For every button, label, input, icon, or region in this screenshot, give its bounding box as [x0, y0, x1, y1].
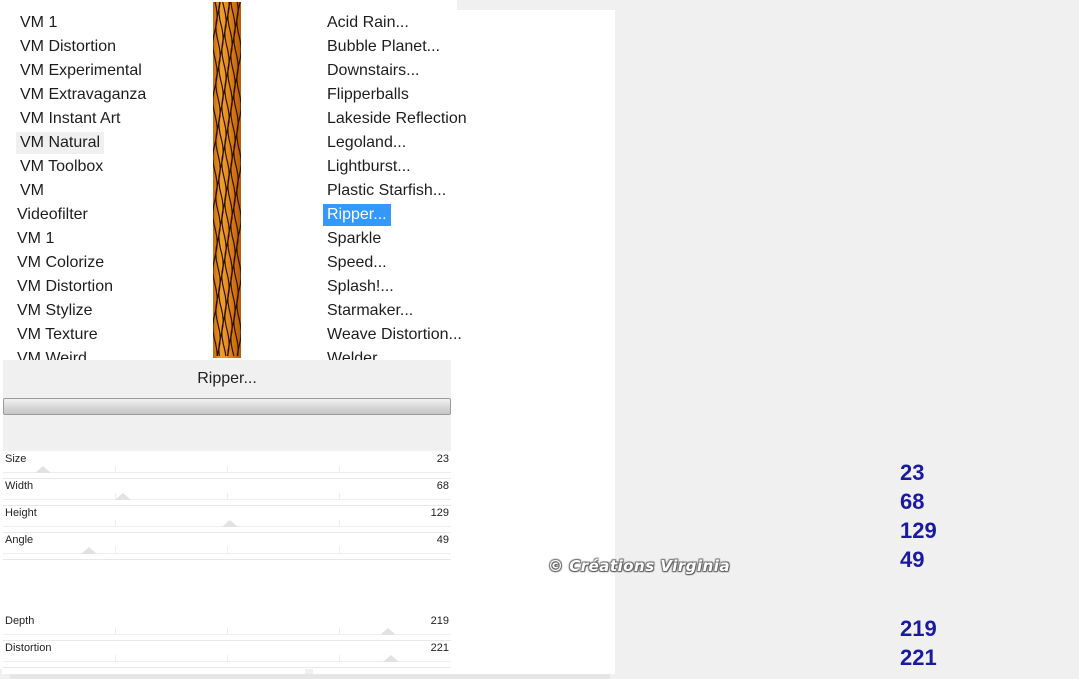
param-big-value: 49	[900, 547, 925, 572]
slider-tick	[339, 493, 340, 499]
filter-item[interactable]: Starmaker...	[323, 300, 417, 322]
bottom-scroll-strip	[10, 674, 610, 679]
category-item[interactable]: VM Extravaganza	[16, 84, 150, 106]
param-value: 23	[436, 453, 449, 465]
slider-thumb[interactable]	[379, 628, 396, 635]
param-big-value: 221	[900, 645, 937, 670]
ripper-preview-texture	[213, 2, 241, 358]
param-value: 49	[436, 534, 449, 546]
category-item[interactable]: VM Instant Art	[16, 108, 124, 130]
param-big-value: 219	[900, 616, 937, 641]
slider-tick	[115, 655, 116, 661]
param-label: Height	[5, 507, 37, 519]
filter-item[interactable]: Bubble Planet...	[323, 36, 444, 58]
param-row-distortion[interactable]: Distortion 221	[3, 640, 451, 668]
settings-header-band	[3, 415, 451, 451]
slider-tick	[227, 655, 228, 661]
slider-thumb[interactable]	[81, 547, 98, 554]
filter-item[interactable]: Legoland...	[323, 132, 410, 154]
slider-thumb[interactable]	[35, 466, 52, 473]
filter-item-selected[interactable]: Ripper...	[323, 204, 391, 226]
filter-item[interactable]: Downstairs...	[323, 60, 423, 82]
slider-tick	[339, 466, 340, 472]
param-value: 219	[430, 615, 449, 627]
slider-track[interactable]	[3, 472, 451, 473]
filter-item[interactable]: Flipperballs	[323, 84, 413, 106]
slider-thumb[interactable]	[114, 493, 131, 500]
param-label: Angle	[5, 534, 34, 546]
slider-thumb[interactable]	[383, 655, 400, 662]
category-list[interactable]: VM 1 VM Distortion VM Experimental VM Extra…	[2, 10, 305, 674]
category-item[interactable]: Videofilter	[13, 204, 92, 226]
slider-tick	[227, 466, 228, 472]
filter-item[interactable]: Plastic Starfish...	[323, 180, 450, 202]
filter-item[interactable]: Splash!...	[323, 276, 398, 298]
slider-tick	[115, 466, 116, 472]
param-value: 68	[436, 480, 449, 492]
param-big-value: 129	[900, 518, 937, 543]
param-label: Distortion	[5, 642, 52, 654]
param-row-depth[interactable]: Depth 219	[3, 613, 451, 641]
filter-item[interactable]: Sparkle	[323, 228, 385, 250]
slider-tick	[339, 547, 340, 553]
preview-image	[213, 2, 241, 358]
category-item[interactable]: VM	[16, 180, 48, 202]
param-big-value: 23	[900, 460, 925, 485]
filter-item[interactable]: Lakeside Reflection	[323, 108, 471, 130]
param-label: Width	[5, 480, 34, 492]
param-row-size[interactable]: Size 23	[3, 451, 451, 479]
slider-tick	[339, 655, 340, 661]
slider-tick	[339, 520, 340, 526]
param-label: Size	[5, 453, 27, 465]
param-row-angle[interactable]: Angle 49	[3, 532, 451, 560]
filter-item[interactable]: Lightburst...	[323, 156, 415, 178]
param-label: Depth	[5, 615, 35, 627]
category-item[interactable]: VM Stylize	[13, 300, 97, 322]
slider-tick	[227, 547, 228, 553]
param-value: 129	[430, 507, 449, 519]
slider-tick	[227, 628, 228, 634]
param-big-value: 68	[900, 489, 925, 514]
watermark: © Créations Virginia	[548, 557, 731, 575]
category-item[interactable]: VM Texture	[13, 324, 102, 346]
category-item[interactable]: VM Experimental	[16, 60, 146, 82]
category-item[interactable]: VM 1	[16, 12, 61, 34]
slider-tick	[339, 628, 340, 634]
category-item[interactable]: VM Colorize	[13, 252, 108, 274]
slider-tick	[115, 628, 116, 634]
filter-item[interactable]: Speed...	[323, 252, 391, 274]
param-value: 221	[430, 642, 449, 654]
category-item[interactable]: VM 1	[13, 228, 58, 250]
param-row-width[interactable]: Width 68	[3, 478, 451, 506]
progress-bar	[3, 398, 451, 415]
filter-item[interactable]: Acid Rain...	[323, 12, 413, 34]
category-item[interactable]: VM Natural	[16, 132, 105, 154]
category-item[interactable]: VM Distortion	[16, 36, 120, 58]
param-row-height[interactable]: Height 129	[3, 505, 451, 533]
slider-tick	[115, 547, 116, 553]
slider-tick	[227, 493, 228, 499]
slider-track[interactable]	[3, 499, 451, 500]
category-item[interactable]: VM Toolbox	[16, 156, 107, 178]
slider-track[interactable]	[3, 553, 451, 554]
filter-item[interactable]: Weave Distortion...	[323, 324, 466, 346]
slider-thumb[interactable]	[221, 520, 238, 527]
filter-title: Ripper...	[3, 360, 451, 398]
category-item[interactable]: VM Distortion	[13, 276, 117, 298]
slider-tick	[115, 520, 116, 526]
